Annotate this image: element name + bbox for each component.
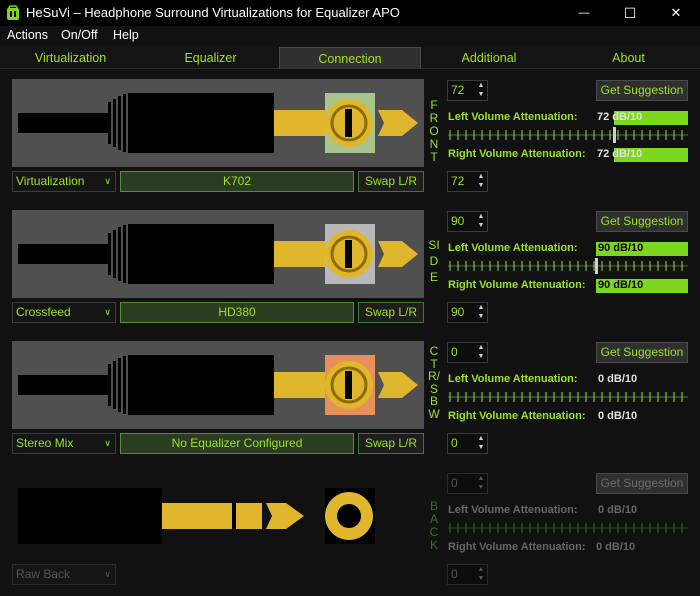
front-connector-panel <box>12 79 424 167</box>
side-bottom-spinner[interactable]: 90 ▲ ▼ <box>447 302 488 323</box>
back-left-attenuation: Left Volume Attenuation: 0 dB/10 <box>448 504 638 516</box>
minimize-button[interactable]: — <box>561 0 607 26</box>
ctr-left-attenuation: Left Volume Attenuation: 0 dB/10 <box>448 373 638 385</box>
app-icon <box>6 5 20 21</box>
front-source-select[interactable]: Virtualization ∨ <box>12 171 116 192</box>
spinner-arrows-icon[interactable]: ▲ ▼ <box>475 212 487 231</box>
tab-about[interactable]: About <box>557 47 700 69</box>
back-top-spinner[interactable]: 0 ▲ ▼ <box>447 473 488 494</box>
ctr-swap-button[interactable]: Swap L/R <box>358 433 424 454</box>
front-left-attenuation: Left Volume Attenuation: 72 dB/10 <box>448 111 688 125</box>
tab-equalizer[interactable]: Equalizer <box>141 47 280 69</box>
tab-virtualization[interactable]: Virtualization <box>0 47 141 69</box>
menu-bar <box>0 26 700 46</box>
chevron-down-icon: ∨ <box>104 307 111 317</box>
back-vertical-label: BACK <box>429 499 439 552</box>
front-right-attenuation: Right Volume Attenuation: 72 dB/10 <box>448 148 688 162</box>
side-left-attenuation: Left Volume Attenuation: 90 dB/10 <box>448 242 688 256</box>
tab-additional[interactable]: Additional <box>421 47 557 69</box>
chevron-down-icon: ∨ <box>104 569 111 579</box>
close-icon: ✕ <box>670 5 682 20</box>
front-headphone-plug-icon <box>18 93 418 153</box>
side-source-select[interactable]: Crossfeed ∨ <box>12 302 116 323</box>
ctr-top-spinner[interactable]: 0 ▲ ▼ <box>447 342 488 363</box>
front-slider-ticks-icon <box>448 127 688 143</box>
front-bottom-spinner[interactable]: 72 ▲ ▼ <box>447 171 488 192</box>
back-slider-ticks-icon <box>448 523 688 533</box>
window-title: HeSuVi – Headphone Surround Virtualizati… <box>26 5 400 20</box>
side-connector-panel <box>12 210 424 298</box>
side-swap-button[interactable]: Swap L/R <box>358 302 424 323</box>
ctr-headphone-plug-icon <box>18 355 418 415</box>
back-suggestion-button[interactable]: Get Suggestion <box>596 473 688 494</box>
side-vertical-label: SIDE <box>428 238 440 284</box>
back-headphone-plug-icon <box>18 488 375 544</box>
maximize-icon: ☐ <box>623 4 637 21</box>
side-headphone-field[interactable]: HD380 <box>120 302 354 323</box>
close-button[interactable]: ✕ <box>653 0 699 26</box>
ctr-headphone-field[interactable]: No Equalizer Configured <box>120 433 354 454</box>
ctr-connector-panel <box>12 341 424 429</box>
spinner-arrows-icon[interactable]: ▲ ▼ <box>475 343 487 362</box>
back-connector-panel <box>12 472 424 560</box>
chevron-down-icon: ∨ <box>104 176 111 186</box>
side-headphone-plug-icon <box>18 224 418 284</box>
maximize-button[interactable]: ☐ <box>607 0 653 26</box>
ctr-source-select[interactable]: Stereo Mix ∨ <box>12 433 116 454</box>
back-attenuation-slider[interactable] <box>448 517 688 539</box>
ctr-right-attenuation: Right Volume Attenuation: 0 dB/10 <box>448 410 638 422</box>
spinner-arrows-icon[interactable]: ▲ ▼ <box>475 81 487 100</box>
front-top-spinner[interactable]: 72 ▲ ▼ <box>447 80 488 101</box>
spinner-arrows-icon[interactable]: ▲ ▼ <box>475 434 487 453</box>
side-attenuation-slider[interactable] <box>448 255 688 277</box>
back-right-attenuation: Right Volume Attenuation: 0 dB/10 <box>448 541 636 553</box>
side-top-spinner[interactable]: 90 ▲ ▼ <box>447 211 488 232</box>
menu-help[interactable]: Help <box>113 28 139 42</box>
ctr-suggestion-button[interactable]: Get Suggestion <box>596 342 688 363</box>
ctr-bottom-spinner[interactable]: 0 ▲ ▼ <box>447 433 488 454</box>
side-slider-ticks-icon <box>448 258 688 274</box>
menu-on-off[interactable]: On/Off <box>61 28 98 42</box>
side-suggestion-button[interactable]: Get Suggestion <box>596 211 688 232</box>
front-swap-button[interactable]: Swap L/R <box>358 171 424 192</box>
front-vertical-label: FRONT <box>429 98 439 164</box>
front-attenuation-slider[interactable] <box>448 124 688 146</box>
spinner-arrows-icon[interactable]: ▲ ▼ <box>475 474 487 493</box>
front-suggestion-button[interactable]: Get Suggestion <box>596 80 688 101</box>
menu-actions[interactable]: Actions <box>7 28 48 42</box>
tab-connection[interactable]: Connection <box>279 47 421 69</box>
spinner-arrows-icon[interactable]: ▲ ▼ <box>475 303 487 322</box>
back-bottom-spinner[interactable]: 0 ▲ ▼ <box>447 564 488 585</box>
ctr-attenuation-slider[interactable] <box>448 386 688 408</box>
spinner-arrows-icon[interactable]: ▲ ▼ <box>475 172 487 191</box>
back-source-select[interactable]: Raw Back ∨ <box>12 564 116 585</box>
minimize-icon: — <box>578 7 590 19</box>
front-headphone-field[interactable]: K702 <box>120 171 354 192</box>
spinner-arrows-icon[interactable]: ▲ ▼ <box>475 565 487 584</box>
chevron-down-icon: ∨ <box>104 438 111 448</box>
side-right-attenuation: Right Volume Attenuation: 90 dB/10 <box>448 279 688 293</box>
ctr-vertical-label: CTR/SBW <box>428 344 440 421</box>
ctr-slider-ticks-icon <box>448 392 688 402</box>
